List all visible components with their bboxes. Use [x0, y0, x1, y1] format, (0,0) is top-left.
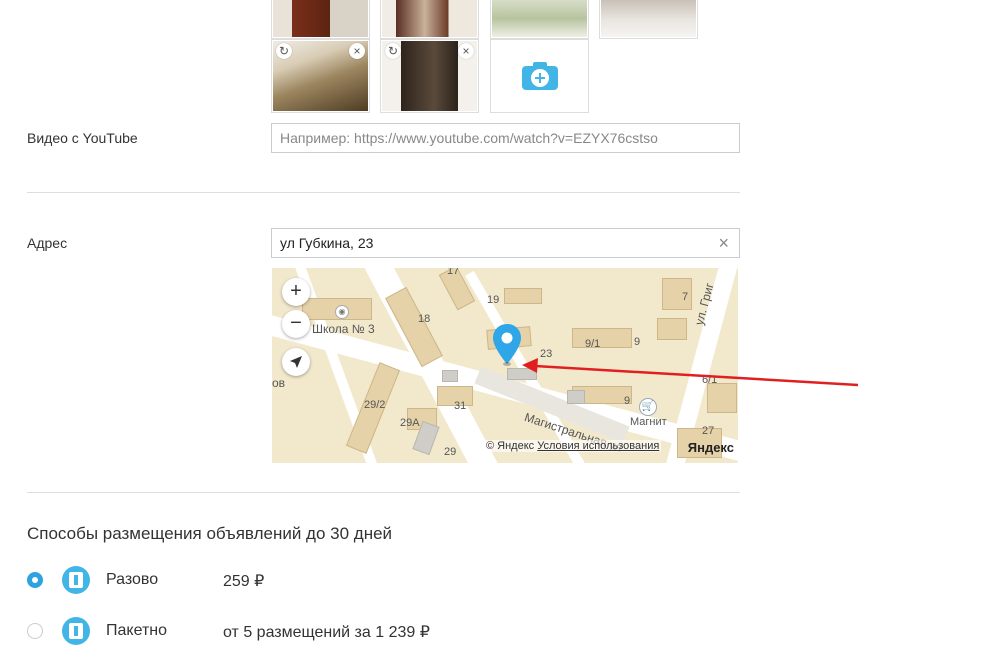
building [707, 383, 737, 413]
placement-title: Способы размещения объявлений до 30 дней [27, 524, 393, 543]
house-number: 29А [400, 417, 420, 429]
address-value: ул Губкина, 23 [280, 235, 374, 251]
building [657, 318, 687, 340]
option-package-label[interactable]: Пакетно [106, 622, 167, 640]
house-number: 9/1 [585, 338, 601, 350]
divider [27, 492, 740, 493]
house-number: 9 [624, 395, 631, 407]
house-number: 18 [418, 313, 431, 325]
building [442, 370, 458, 382]
placement-package-icon [62, 617, 90, 645]
map-pin-icon [493, 324, 521, 366]
photo-thumb-3[interactable] [490, 0, 589, 39]
remove-photo-icon[interactable]: × [458, 43, 474, 59]
option-package-price: от 5 размещений за 1 239 ₽ [223, 624, 430, 641]
house-number: 27 [702, 425, 715, 437]
youtube-label: Видео с YouTube [27, 130, 138, 146]
location-arrow-icon [290, 356, 302, 368]
building [572, 328, 632, 348]
photo-thumb-1[interactable] [271, 0, 370, 39]
yandex-copyright: © Яндекс [486, 440, 535, 452]
house-number: 29/2 [364, 399, 386, 411]
zoom-out-button[interactable]: − [282, 310, 310, 338]
map-attribution: © Яндекс Условия использования [484, 440, 662, 452]
divider [27, 192, 740, 193]
geolocation-button[interactable] [282, 348, 310, 376]
house-number: 17 [447, 268, 460, 277]
shop-label: Магнит [630, 416, 667, 428]
option-once-label[interactable]: Разово [106, 571, 158, 589]
shop-cart-icon: 🛒 [639, 398, 657, 416]
building [507, 368, 537, 380]
clear-address-icon[interactable]: × [718, 233, 729, 254]
address-input[interactable]: ул Губкина, 23 × [271, 228, 740, 258]
rotate-icon[interactable]: ↻ [385, 43, 401, 59]
photo-thumb-5[interactable]: ↻ × [271, 39, 370, 113]
youtube-placeholder: Например: https://www.youtube.com/watch?… [280, 130, 658, 146]
photo-thumb-2[interactable] [380, 0, 479, 39]
radio-once[interactable] [27, 572, 43, 588]
address-map[interactable]: 17 19 18 23 9/1 9 7 29/2 31 29А 9 6/1 27… [272, 268, 738, 463]
photo-thumb-6[interactable]: ↻ × [380, 39, 479, 113]
house-number: 7 [682, 291, 689, 303]
radio-package[interactable] [27, 623, 43, 639]
camera-plus-icon [521, 62, 558, 90]
terms-link[interactable]: Условия использования [537, 440, 659, 452]
building [567, 390, 585, 404]
rotate-icon[interactable]: ↻ [276, 43, 292, 59]
partial-label: ов [272, 376, 286, 390]
house-number: 9 [634, 336, 641, 348]
house-number: 23 [540, 348, 553, 360]
house-number: 31 [454, 400, 467, 412]
house-number: 29 [444, 446, 457, 458]
house-number: 6/1 [702, 374, 718, 386]
address-label: Адрес [27, 235, 68, 251]
school-label: Школа № 3 [312, 322, 375, 336]
house-number: 19 [487, 294, 500, 306]
youtube-url-input[interactable]: Например: https://www.youtube.com/watch?… [271, 123, 740, 153]
yandex-logo: Яндекс [687, 440, 734, 455]
photo-thumb-4[interactable] [599, 0, 698, 39]
remove-photo-icon[interactable]: × [349, 43, 365, 59]
add-photo-button[interactable] [490, 39, 589, 113]
option-once-price: 259 ₽ [223, 573, 265, 590]
building [504, 288, 542, 304]
placement-once-icon [62, 566, 90, 594]
zoom-in-button[interactable]: + [282, 278, 310, 306]
school-icon: ◉ [335, 305, 349, 319]
